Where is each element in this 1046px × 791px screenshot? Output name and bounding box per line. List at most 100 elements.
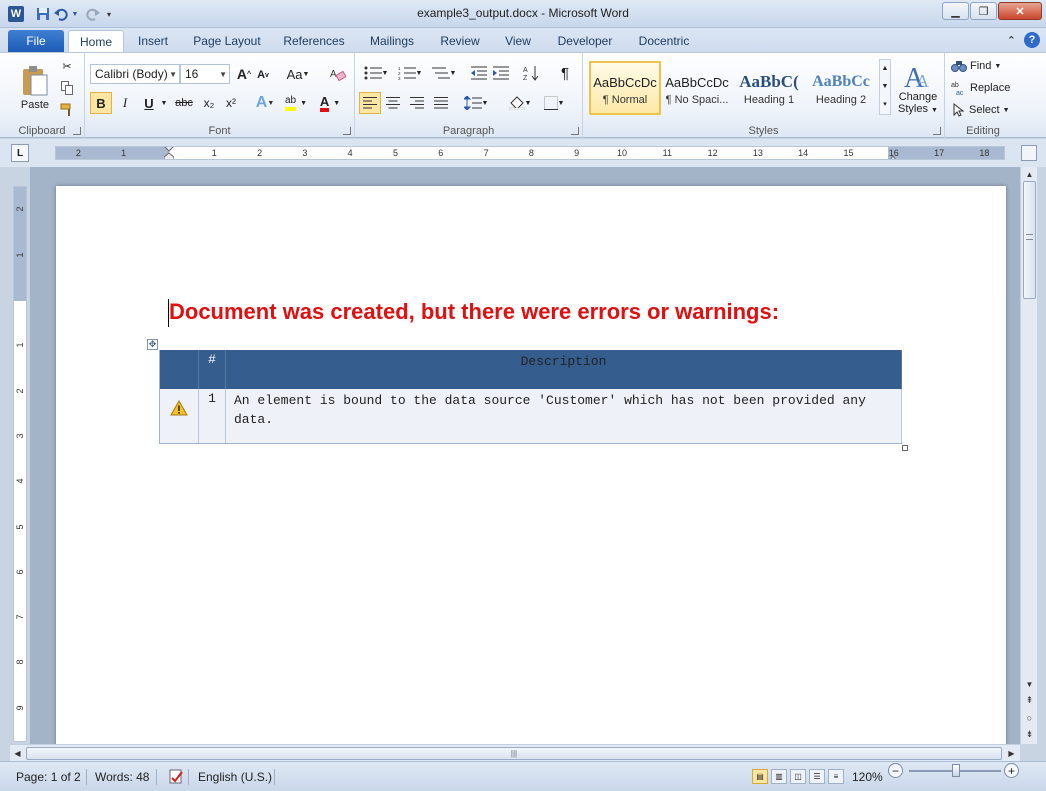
- styles-gallery-scroll[interactable]: ▲ ▼ ▾: [879, 59, 891, 115]
- align-right-icon[interactable]: [407, 93, 427, 113]
- table-cell-number[interactable]: 1: [198, 389, 226, 444]
- table-resize-handle[interactable]: [902, 445, 908, 451]
- font-launcher-icon[interactable]: [343, 127, 351, 135]
- restore-icon[interactable]: ❐: [970, 2, 997, 20]
- increase-indent-icon[interactable]: [491, 63, 511, 83]
- borders-button[interactable]: ▼: [539, 93, 569, 113]
- bullets-button[interactable]: ▼: [361, 63, 391, 83]
- style-no-spacing[interactable]: AaBbCcDc ¶ No Spaci...: [661, 61, 733, 115]
- decrease-indent-icon[interactable]: [469, 63, 489, 83]
- highlight-button[interactable]: ab ▼: [281, 93, 311, 113]
- change-styles-button[interactable]: AA Change Styles ▼: [893, 57, 943, 121]
- vertical-scroll-thumb[interactable]: [1023, 181, 1036, 299]
- web-layout-icon[interactable]: ◫: [790, 769, 806, 784]
- text-effects-button[interactable]: A ▼: [251, 93, 279, 113]
- shading-button[interactable]: ▼: [505, 93, 535, 113]
- style-normal[interactable]: AaBbCcDc ¶ Normal: [589, 61, 661, 115]
- underline-dropdown-icon[interactable]: ▼: [159, 93, 169, 113]
- horizontal-scroll-thumb[interactable]: |||: [26, 747, 1002, 760]
- document-area[interactable]: Document was created, but there were err…: [30, 167, 1020, 744]
- outline-view-icon[interactable]: ☰: [809, 769, 825, 784]
- align-center-icon[interactable]: [383, 93, 403, 113]
- document-heading[interactable]: Document was created, but there were err…: [169, 299, 779, 325]
- language-indicator[interactable]: English (U.S.): [192, 767, 278, 787]
- copy-icon[interactable]: [58, 79, 76, 97]
- line-spacing-button[interactable]: ▼: [461, 93, 491, 113]
- shrink-font-button[interactable]: Av: [255, 67, 271, 83]
- next-page-icon[interactable]: ⇟: [1022, 727, 1037, 742]
- style-heading-2[interactable]: AaBbCc Heading 2: [805, 61, 877, 115]
- indent-marker-icon[interactable]: [163, 147, 175, 159]
- clipboard-launcher-icon[interactable]: [73, 127, 81, 135]
- print-layout-icon[interactable]: ▤: [752, 769, 768, 784]
- tab-selector-button[interactable]: L: [11, 144, 29, 162]
- change-case-button[interactable]: Aa ▼: [285, 65, 311, 83]
- draft-view-icon[interactable]: ≡: [828, 769, 844, 784]
- multilevel-list-button[interactable]: ▼: [429, 63, 459, 83]
- sort-icon[interactable]: AZ: [521, 63, 541, 83]
- tab-mailings[interactable]: Mailings: [362, 30, 422, 52]
- error-table[interactable]: # Description 1 An element is bound to t…: [159, 350, 902, 444]
- zoom-level[interactable]: 120%: [846, 767, 889, 787]
- more-styles-icon[interactable]: ▾: [883, 96, 887, 114]
- tab-review[interactable]: Review: [434, 30, 486, 52]
- justify-icon[interactable]: [431, 93, 451, 113]
- right-indent-marker-icon[interactable]: [888, 152, 898, 159]
- font-name-combo[interactable]: Calibri (Body) ▼: [90, 64, 180, 84]
- word-count[interactable]: Words: 48: [89, 767, 155, 787]
- horizontal-ruler[interactable]: 2 1 1 2 3 4 5 6 7 8 9 10 11 12 13 14 15 16 17 18: [55, 146, 1005, 160]
- scroll-up-icon[interactable]: ▲: [1022, 167, 1037, 182]
- chevron-down-icon[interactable]: ▼: [882, 78, 889, 96]
- horizontal-scrollbar[interactable]: ◀ ||| ▶: [10, 744, 1020, 761]
- zoom-in-icon[interactable]: +: [1004, 763, 1019, 778]
- view-ruler-icon[interactable]: [1021, 145, 1037, 161]
- page-count[interactable]: Page: 1 of 2: [10, 767, 87, 787]
- select-browse-object-icon[interactable]: ○: [1022, 710, 1037, 725]
- scroll-left-icon[interactable]: ◀: [10, 746, 25, 761]
- show-formatting-button[interactable]: ¶: [555, 63, 575, 83]
- italic-button[interactable]: I: [115, 93, 135, 113]
- replace-button[interactable]: ab ac Replace: [951, 78, 1019, 98]
- chevron-up-icon[interactable]: ▲: [882, 60, 889, 78]
- table-cell-description[interactable]: An element is bound to the data source '…: [225, 389, 902, 444]
- tab-home[interactable]: Home: [68, 30, 124, 53]
- underline-button[interactable]: U: [139, 93, 159, 113]
- tab-developer[interactable]: Developer: [552, 30, 618, 52]
- zoom-slider-thumb[interactable]: [952, 764, 960, 777]
- style-heading-1[interactable]: AaBbC( Heading 1: [733, 61, 805, 115]
- previous-page-icon[interactable]: ⇞: [1022, 693, 1037, 708]
- tab-file[interactable]: File: [8, 30, 64, 52]
- font-color-button[interactable]: A ▼: [315, 93, 345, 113]
- paste-button[interactable]: Paste: [16, 57, 54, 119]
- minimize-icon[interactable]: ▁: [942, 2, 969, 20]
- table-cell-icon[interactable]: [159, 389, 199, 444]
- bold-button[interactable]: B: [90, 92, 112, 114]
- grow-font-button[interactable]: A ^: [235, 65, 253, 83]
- paragraph-launcher-icon[interactable]: [571, 127, 579, 135]
- select-button[interactable]: Select ▼: [951, 100, 1019, 120]
- full-screen-reading-icon[interactable]: ▥: [771, 769, 787, 784]
- find-button[interactable]: Find ▼: [951, 56, 1019, 76]
- cut-icon[interactable]: ✂: [58, 57, 76, 75]
- help-icon[interactable]: ?: [1024, 32, 1040, 48]
- font-size-combo[interactable]: 16 ▼: [180, 64, 230, 84]
- superscript-button[interactable]: x²: [221, 93, 241, 113]
- scroll-right-icon[interactable]: ▶: [1004, 746, 1019, 761]
- tab-insert[interactable]: Insert: [130, 30, 176, 52]
- document-page[interactable]: Document was created, but there were err…: [56, 186, 1006, 744]
- vertical-scrollbar[interactable]: ▲ ▼ ⇞ ○ ⇟: [1020, 167, 1037, 744]
- tab-references[interactable]: References: [278, 30, 350, 52]
- strikethrough-button[interactable]: abc: [173, 93, 195, 113]
- scroll-down-icon[interactable]: ▼: [1022, 677, 1037, 692]
- styles-launcher-icon[interactable]: [933, 127, 941, 135]
- minimize-ribbon-icon[interactable]: ⌃: [1007, 34, 1016, 47]
- clear-formatting-icon[interactable]: A: [329, 65, 347, 83]
- close-icon[interactable]: ✕: [998, 2, 1042, 20]
- tab-view[interactable]: View: [498, 30, 538, 52]
- subscript-button[interactable]: x₂: [199, 93, 219, 113]
- table-move-handle-icon[interactable]: ✥: [147, 339, 158, 350]
- align-left-icon[interactable]: [359, 92, 381, 114]
- tab-docentric[interactable]: Docentric: [632, 30, 696, 52]
- numbering-button[interactable]: 1 2 3 ▼: [395, 63, 425, 83]
- vertical-ruler[interactable]: 2 1 1 2 3 4 5 6 7 8 9: [13, 186, 27, 742]
